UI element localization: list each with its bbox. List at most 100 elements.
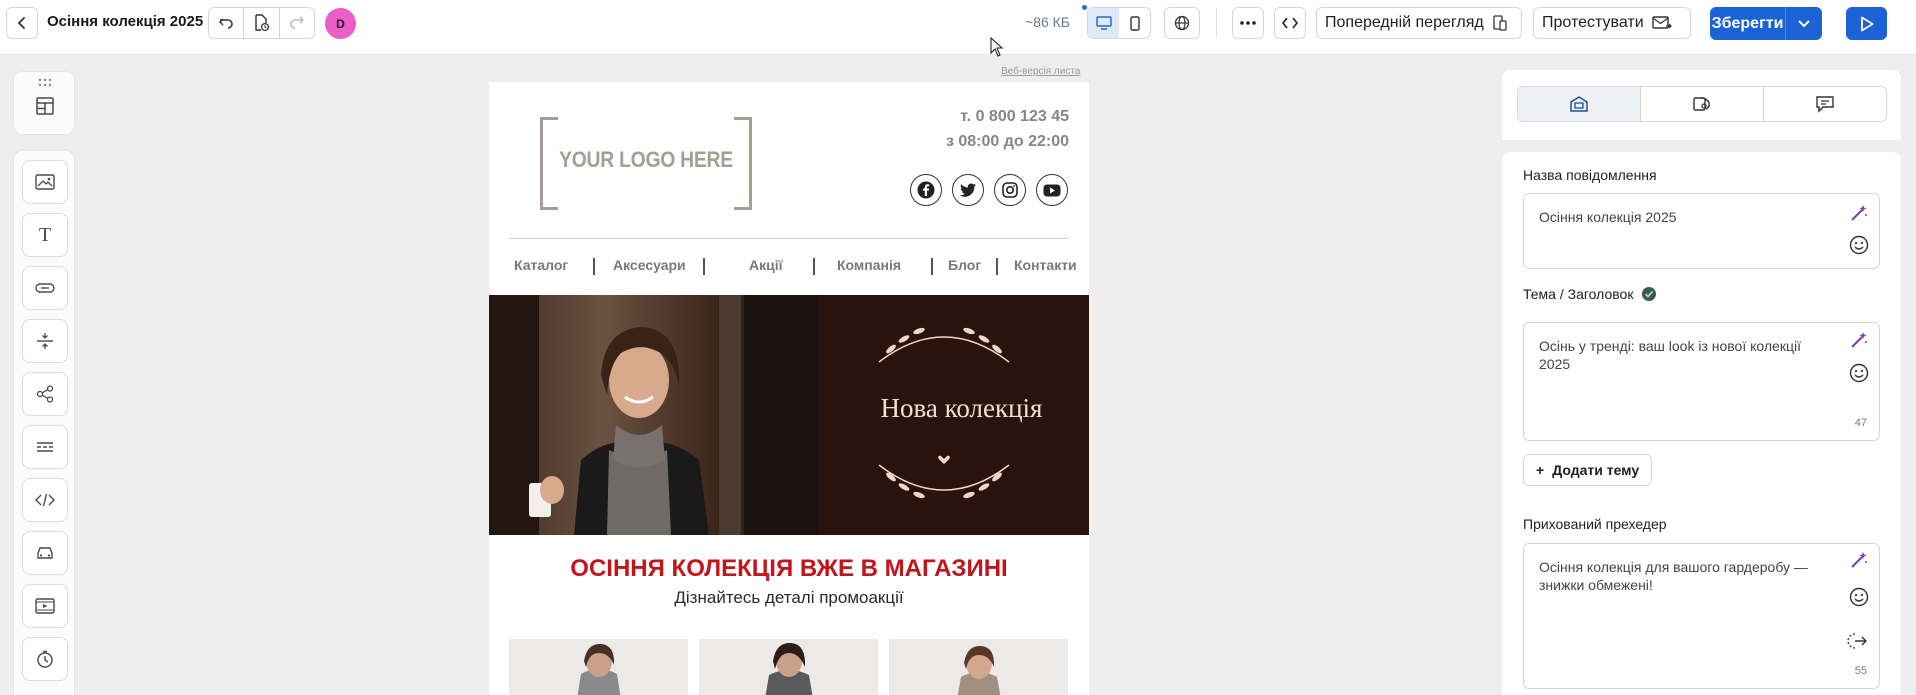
logo-placeholder[interactable]: YOUR LOGO HERE xyxy=(540,117,752,210)
youtube-icon xyxy=(1043,184,1061,196)
structures-button[interactable] xyxy=(33,94,57,123)
subject-field[interactable]: Осінь у тренді: ваш look із нової колекц… xyxy=(1523,322,1880,441)
product-photo xyxy=(957,645,1001,695)
product-photo xyxy=(577,643,621,695)
text-icon: T xyxy=(38,223,52,246)
save-options-button[interactable] xyxy=(1786,7,1822,40)
ai-magic-icon[interactable] xyxy=(1849,203,1869,223)
message-name-label: Назва повідомлення xyxy=(1523,167,1657,183)
divider-block-button[interactable] xyxy=(22,425,68,469)
image-block-button[interactable] xyxy=(22,160,68,204)
nav-item-company[interactable]: Компанія xyxy=(837,257,901,273)
preheader-value: Осіння колекція для вашого гардеробу — з… xyxy=(1539,559,1808,593)
version-history-button[interactable] xyxy=(244,8,280,38)
tab-message-settings[interactable] xyxy=(1518,87,1641,121)
nav-item-blog[interactable]: Блог xyxy=(948,257,981,273)
subject-label-row: Тема / Заголовок xyxy=(1523,286,1657,302)
mail-send-icon xyxy=(1651,16,1672,29)
product-card[interactable] xyxy=(509,639,688,695)
product-card[interactable] xyxy=(699,639,878,695)
share-icon xyxy=(36,385,54,403)
subject-char-count: 47 xyxy=(1854,417,1867,429)
ai-magic-icon[interactable] xyxy=(1849,330,1869,350)
tab-appearance[interactable] xyxy=(1641,87,1764,121)
redo-icon xyxy=(290,16,304,29)
desktop-icon xyxy=(1095,16,1112,30)
social-block-button[interactable] xyxy=(22,372,68,416)
language-button[interactable] xyxy=(1164,7,1200,39)
email-canvas[interactable]: YOUR LOGO HERE т. 0 800 123 45 з 08:00 д… xyxy=(489,82,1089,695)
video-icon xyxy=(35,598,55,614)
verified-check-icon xyxy=(1642,287,1657,301)
product-photo xyxy=(765,642,813,695)
nav-item-accessories[interactable]: Аксесуари xyxy=(613,257,686,273)
emoji-icon[interactable] xyxy=(1849,235,1869,255)
nav-item-contacts[interactable]: Контакти xyxy=(1014,257,1077,273)
phone-number: т. 0 800 123 45 xyxy=(960,108,1069,125)
nav-separator xyxy=(931,258,933,275)
product-card[interactable] xyxy=(889,639,1068,695)
video-block-button[interactable] xyxy=(22,584,68,628)
save-group: Зберегти xyxy=(1710,7,1822,40)
facebook-icon xyxy=(917,181,935,199)
more-button[interactable] xyxy=(1232,7,1264,39)
page-title: Осіння колекція 2025 xyxy=(47,13,204,30)
undo-icon xyxy=(219,18,233,29)
undo-button[interactable] xyxy=(209,8,245,38)
subject-value: Осінь у тренді: ваш look із нової колекц… xyxy=(1539,338,1801,372)
car-icon xyxy=(37,547,53,559)
avatar[interactable]: D xyxy=(325,8,356,39)
html-block-button[interactable] xyxy=(22,478,68,522)
nav-item-catalog[interactable]: Каталог xyxy=(514,257,568,273)
emoji-icon[interactable] xyxy=(1849,587,1869,607)
ai-magic-icon[interactable] xyxy=(1849,550,1869,570)
preheader-field[interactable]: Осіння колекція для вашого гардеробу — з… xyxy=(1523,543,1880,689)
drag-handle-icon xyxy=(38,78,52,87)
preview-button[interactable]: Попередній перегляд xyxy=(1316,7,1522,39)
hero-photo xyxy=(489,295,819,535)
desktop-view-button[interactable] xyxy=(1088,8,1119,38)
redo-button[interactable] xyxy=(280,8,314,38)
test-button[interactable]: Протестувати xyxy=(1533,7,1691,39)
send-button[interactable] xyxy=(1846,7,1887,40)
message-name-field[interactable]: Осіння колекція 2025 xyxy=(1523,193,1880,269)
add-subject-label: Додати тему xyxy=(1552,462,1640,478)
preheader-char-count: 55 xyxy=(1854,665,1867,677)
text-block-button[interactable]: T xyxy=(22,213,68,257)
email-subheadline: Дізнайтесь деталі промоакції xyxy=(674,588,904,607)
emoji-icon[interactable] xyxy=(1849,363,1869,383)
tab-comments[interactable] xyxy=(1764,87,1886,121)
settings-tabs-panel xyxy=(1502,70,1901,140)
preview-devices-icon xyxy=(1493,15,1507,31)
youtube-link[interactable] xyxy=(1036,174,1068,206)
message-settings: Назва повідомлення Осіння колекція 2025 … xyxy=(1502,152,1901,695)
mobile-view-button[interactable] xyxy=(1119,8,1150,38)
logo-text: YOUR LOGO HERE xyxy=(559,147,733,172)
paint-icon xyxy=(1693,97,1710,111)
twitter-link[interactable] xyxy=(952,174,984,206)
timer-block-button[interactable] xyxy=(22,637,68,681)
spacer-block-button[interactable] xyxy=(22,319,68,363)
message-name-value: Осіння колекція 2025 xyxy=(1539,209,1677,225)
hero-banner[interactable]: Нова колекція xyxy=(489,295,1089,535)
add-subject-button[interactable]: + Додати тему xyxy=(1523,454,1653,486)
nav-separator xyxy=(996,258,998,275)
globe-icon xyxy=(1174,15,1190,31)
save-button[interactable]: Зберегти xyxy=(1710,7,1786,40)
document-clock-icon xyxy=(255,14,270,32)
instagram-link[interactable] xyxy=(994,174,1026,206)
subject-label: Тема / Заголовок xyxy=(1523,286,1634,302)
code-view-button[interactable] xyxy=(1274,7,1306,39)
facebook-link[interactable] xyxy=(910,174,942,206)
nav-item-promotions[interactable]: Акції xyxy=(749,257,783,273)
preview-label: Попередній перегляд xyxy=(1325,14,1484,31)
toolbar-divider xyxy=(1216,8,1217,38)
product-block-button[interactable] xyxy=(22,531,68,575)
woman-photo xyxy=(489,295,819,535)
image-icon xyxy=(35,174,55,190)
web-version-link[interactable]: Веб-версія листа xyxy=(1001,66,1080,77)
chevron-left-icon xyxy=(17,17,25,29)
back-button[interactable] xyxy=(6,7,38,39)
insert-variable-icon[interactable] xyxy=(1847,632,1869,650)
button-block-button[interactable] xyxy=(22,266,68,310)
